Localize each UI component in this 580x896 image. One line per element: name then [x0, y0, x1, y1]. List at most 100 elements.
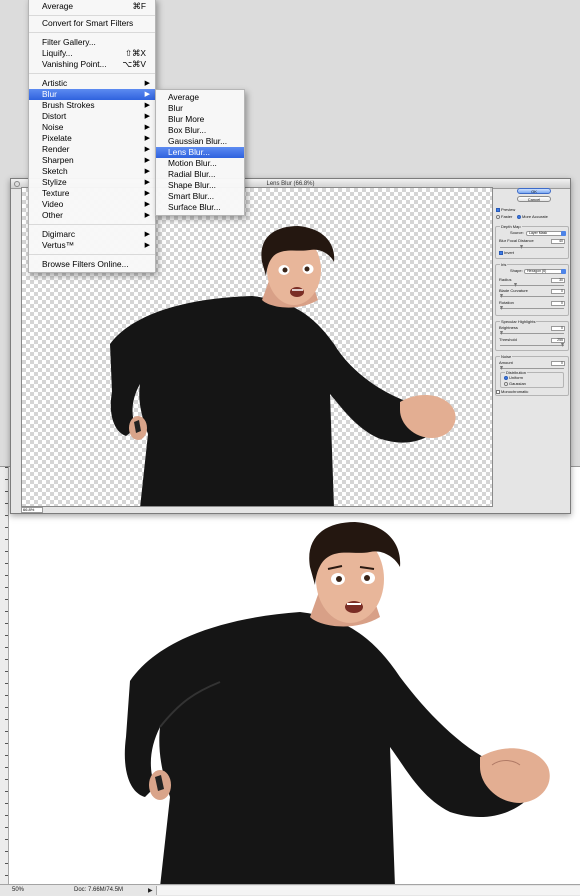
- doc-size[interactable]: Doc: 7.66M/74.5M: [74, 887, 123, 893]
- submenu-item-label: Blur: [168, 103, 183, 113]
- submenu-arrow-icon: ▶: [144, 80, 150, 87]
- menu-item-filter-gallery[interactable]: Filter Gallery...: [29, 37, 155, 48]
- threshold-label: Threshold: [499, 337, 517, 342]
- invert-checkbox[interactable]: Invert: [499, 250, 514, 256]
- menu-item-distort[interactable]: Distort ▶: [29, 111, 155, 122]
- submenu-item-motion-blur[interactable]: Motion Blur...: [156, 158, 244, 169]
- iris-group: Iris Shape: Hexagon (6) Radius 30 Blade …: [495, 262, 569, 316]
- menu-item-stylize[interactable]: Stylize ▶: [29, 177, 155, 188]
- menu-item-vertus[interactable]: Vertus™ ▶: [29, 240, 155, 251]
- menu-item-blur[interactable]: Blur ▶: [29, 89, 155, 100]
- menu-item-label: Liquify...: [42, 48, 73, 58]
- menu-item-vanishing-point[interactable]: Vanishing Point... ⌥⌘V: [29, 59, 155, 70]
- amount-slider[interactable]: [500, 366, 564, 370]
- menu-item-artistic[interactable]: Artistic ▶: [29, 78, 155, 89]
- menu-separator: [29, 224, 155, 225]
- preview-checkbox[interactable]: Preview: [496, 207, 515, 213]
- select-arrow-icon: [561, 231, 566, 236]
- horizontal-scrollbar[interactable]: [156, 886, 580, 895]
- blade-curvature-slider[interactable]: [500, 294, 564, 298]
- threshold-slider[interactable]: [500, 343, 564, 347]
- menu-item-render[interactable]: Render ▶: [29, 144, 155, 155]
- slider-knob[interactable]: [561, 343, 564, 347]
- menu-separator: [29, 32, 155, 33]
- radio-icon: [504, 381, 508, 386]
- iris-title: Iris: [500, 262, 508, 267]
- menu-item-texture[interactable]: Texture ▶: [29, 188, 155, 199]
- submenu-arrow-icon: ▶: [144, 168, 150, 175]
- menu-item-brush-strokes[interactable]: Brush Strokes ▶: [29, 100, 155, 111]
- submenu-item-label: Surface Blur...: [168, 202, 221, 212]
- menu-item-digimarc[interactable]: Digimarc ▶: [29, 229, 155, 240]
- menu-item-label: Sketch: [42, 166, 68, 176]
- rotation-slider[interactable]: [500, 306, 564, 310]
- brightness-field[interactable]: 0: [551, 326, 565, 331]
- submenu-item-label: Gaussian Blur...: [168, 136, 228, 146]
- source-label: Source:: [510, 230, 524, 235]
- slider-knob[interactable]: [500, 306, 503, 310]
- submenu-item-box-blur[interactable]: Box Blur...: [156, 125, 244, 136]
- gaussian-label: Gaussian: [509, 381, 526, 386]
- vertical-ruler[interactable]: [0, 467, 9, 885]
- menu-item-label: Video: [42, 199, 64, 209]
- radius-slider[interactable]: [500, 283, 564, 287]
- menu-item-label: Filter Gallery...: [42, 37, 96, 47]
- radius-field[interactable]: 30: [551, 278, 565, 283]
- monochromatic-checkbox[interactable]: Monochromatic: [496, 389, 528, 395]
- status-arrow-icon[interactable]: ▶: [148, 887, 153, 894]
- submenu-item-radial-blur[interactable]: Radial Blur...: [156, 169, 244, 180]
- zoom-level[interactable]: 50%: [12, 887, 24, 893]
- menu-item-pixelate[interactable]: Pixelate ▶: [29, 133, 155, 144]
- slider-knob[interactable]: [514, 283, 517, 287]
- submenu-item-gaussian-blur[interactable]: Gaussian Blur...: [156, 136, 244, 147]
- submenu-item-blur-more[interactable]: Blur More: [156, 114, 244, 125]
- shape-select[interactable]: Hexagon (6): [524, 269, 566, 274]
- submenu-arrow-icon: ▶: [144, 179, 150, 186]
- menu-item-average[interactable]: Average ⌘F: [29, 1, 155, 12]
- threshold-field[interactable]: 255: [551, 338, 565, 343]
- more-accurate-radio[interactable]: More Accurate: [517, 214, 548, 220]
- monochromatic-label: Monochromatic: [501, 389, 529, 394]
- menu-item-sharpen[interactable]: Sharpen ▶: [29, 155, 155, 166]
- blur-focal-field[interactable]: 40: [551, 239, 565, 244]
- menu-item-browse-filters[interactable]: Browse Filters Online...: [29, 259, 155, 270]
- submenu-arrow-icon: ▶: [144, 124, 150, 131]
- blade-curvature-field[interactable]: 0: [551, 289, 565, 294]
- amount-label: Amount: [499, 360, 513, 365]
- source-select[interactable]: Layer Mask: [526, 231, 566, 236]
- submenu-item-label: Smart Blur...: [168, 191, 215, 201]
- cancel-button[interactable]: Cancel: [517, 196, 551, 202]
- faster-label: Faster: [501, 214, 513, 219]
- menu-item-video[interactable]: Video ▶: [29, 199, 155, 210]
- menu-item-other[interactable]: Other ▶: [29, 210, 155, 221]
- rotation-field[interactable]: 0: [551, 301, 565, 306]
- menu-item-noise[interactable]: Noise ▶: [29, 122, 155, 133]
- submenu-item-blur[interactable]: Blur: [156, 103, 244, 114]
- slider-knob[interactable]: [520, 245, 523, 249]
- slider-knob[interactable]: [500, 331, 503, 335]
- submenu-item-surface-blur[interactable]: Surface Blur...: [156, 202, 244, 213]
- close-icon[interactable]: [14, 181, 20, 187]
- menu-item-convert-smart-filters[interactable]: Convert for Smart Filters: [29, 18, 155, 29]
- amount-field[interactable]: 0: [551, 361, 565, 366]
- submenu-item-lens-blur[interactable]: Lens Blur...: [156, 147, 244, 158]
- submenu-arrow-icon: ▶: [144, 102, 150, 109]
- submenu-item-shape-blur[interactable]: Shape Blur...: [156, 180, 244, 191]
- ok-button[interactable]: OK: [517, 188, 551, 194]
- submenu-item-average[interactable]: Average: [156, 92, 244, 103]
- faster-radio[interactable]: Faster: [496, 214, 512, 220]
- gaussian-radio[interactable]: Gaussian: [504, 381, 526, 387]
- menu-item-sketch[interactable]: Sketch ▶: [29, 166, 155, 177]
- submenu-arrow-icon: ▶: [144, 157, 150, 164]
- blur-focal-slider[interactable]: [500, 245, 564, 249]
- menu-separator: [29, 73, 155, 74]
- radio-icon: [496, 214, 500, 219]
- submenu-item-smart-blur[interactable]: Smart Blur...: [156, 191, 244, 202]
- slider-knob[interactable]: [500, 294, 503, 298]
- submenu-arrow-icon: ▶: [144, 212, 150, 219]
- brightness-slider[interactable]: [500, 331, 564, 335]
- preview-zoom-field[interactable]: 66.8%: [21, 507, 43, 513]
- blur-focal-label: Blur Focal Distance: [499, 238, 534, 243]
- menu-item-liquify[interactable]: Liquify... ⇧⌘X: [29, 48, 155, 59]
- slider-knob[interactable]: [500, 366, 503, 370]
